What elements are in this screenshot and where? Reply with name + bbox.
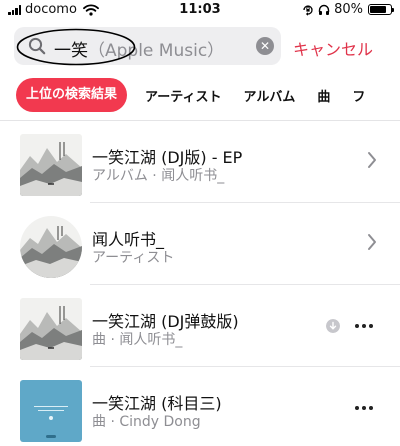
clear-icon[interactable]: ✕ [256,37,274,55]
tab-songs[interactable]: 曲 [317,86,330,105]
battery-icon [368,4,394,15]
result-subtitle: アーティスト [92,250,175,266]
search-icon [28,37,46,55]
headphones-icon [318,4,330,15]
more-icon[interactable] [355,401,375,415]
results-list: 一笑江湖 (DJ版) - EP アルバム · 闻人听书_ 闻人听书_ アーティス… [0,121,400,446]
tab-top-results[interactable]: 上位の検索結果 [16,78,128,112]
battery-level-fill [370,6,386,13]
chevron-right-icon [368,152,376,168]
song-artwork [20,380,82,442]
orientation-lock-icon [303,4,313,16]
search-input[interactable]: 一笑（Apple Music） ✕ [14,27,281,65]
album-artwork [20,134,82,196]
artist-avatar [20,216,82,278]
tab-more[interactable]: フ [352,86,365,105]
result-subtitle: アルバム · 闻人听书_ [92,168,225,184]
search-text: 一笑（Apple Music） [54,36,224,61]
tab-albums[interactable]: アルバム [243,86,295,105]
search-placeholder: （Apple Music） [88,41,225,61]
cancel-button[interactable]: キャンセル [293,36,373,60]
battery-tip [392,8,394,12]
result-subtitle: 曲 · 闻人听书_ [92,332,183,348]
list-item[interactable]: 闻人听书_ アーティスト [0,203,400,285]
download-icon [326,319,340,333]
list-item[interactable]: 一笑江湖 (DJ弹鼓版) 曲 · 闻人听书_ [0,285,400,367]
list-item[interactable]: 一笑江湖 (DJ版) - EP アルバム · 闻人听书_ [0,121,400,203]
scope-tabs: 上位の検索結果 アーティスト アルバム 曲 フ [16,78,387,112]
tab-artists[interactable]: アーティスト [145,86,221,105]
list-item[interactable]: 一笑江湖 (科目三) 曲 · Cindy Dong [0,367,400,446]
status-bar: docomo 11:03 80% [0,0,400,20]
result-subtitle: 曲 · Cindy Dong [92,414,201,430]
battery-percent: 80% [334,2,363,17]
song-artwork [20,298,82,360]
chevron-right-icon [368,234,376,250]
more-icon[interactable] [355,319,375,333]
search-query: 一笑 [54,41,88,61]
status-right: 80% [302,2,394,17]
